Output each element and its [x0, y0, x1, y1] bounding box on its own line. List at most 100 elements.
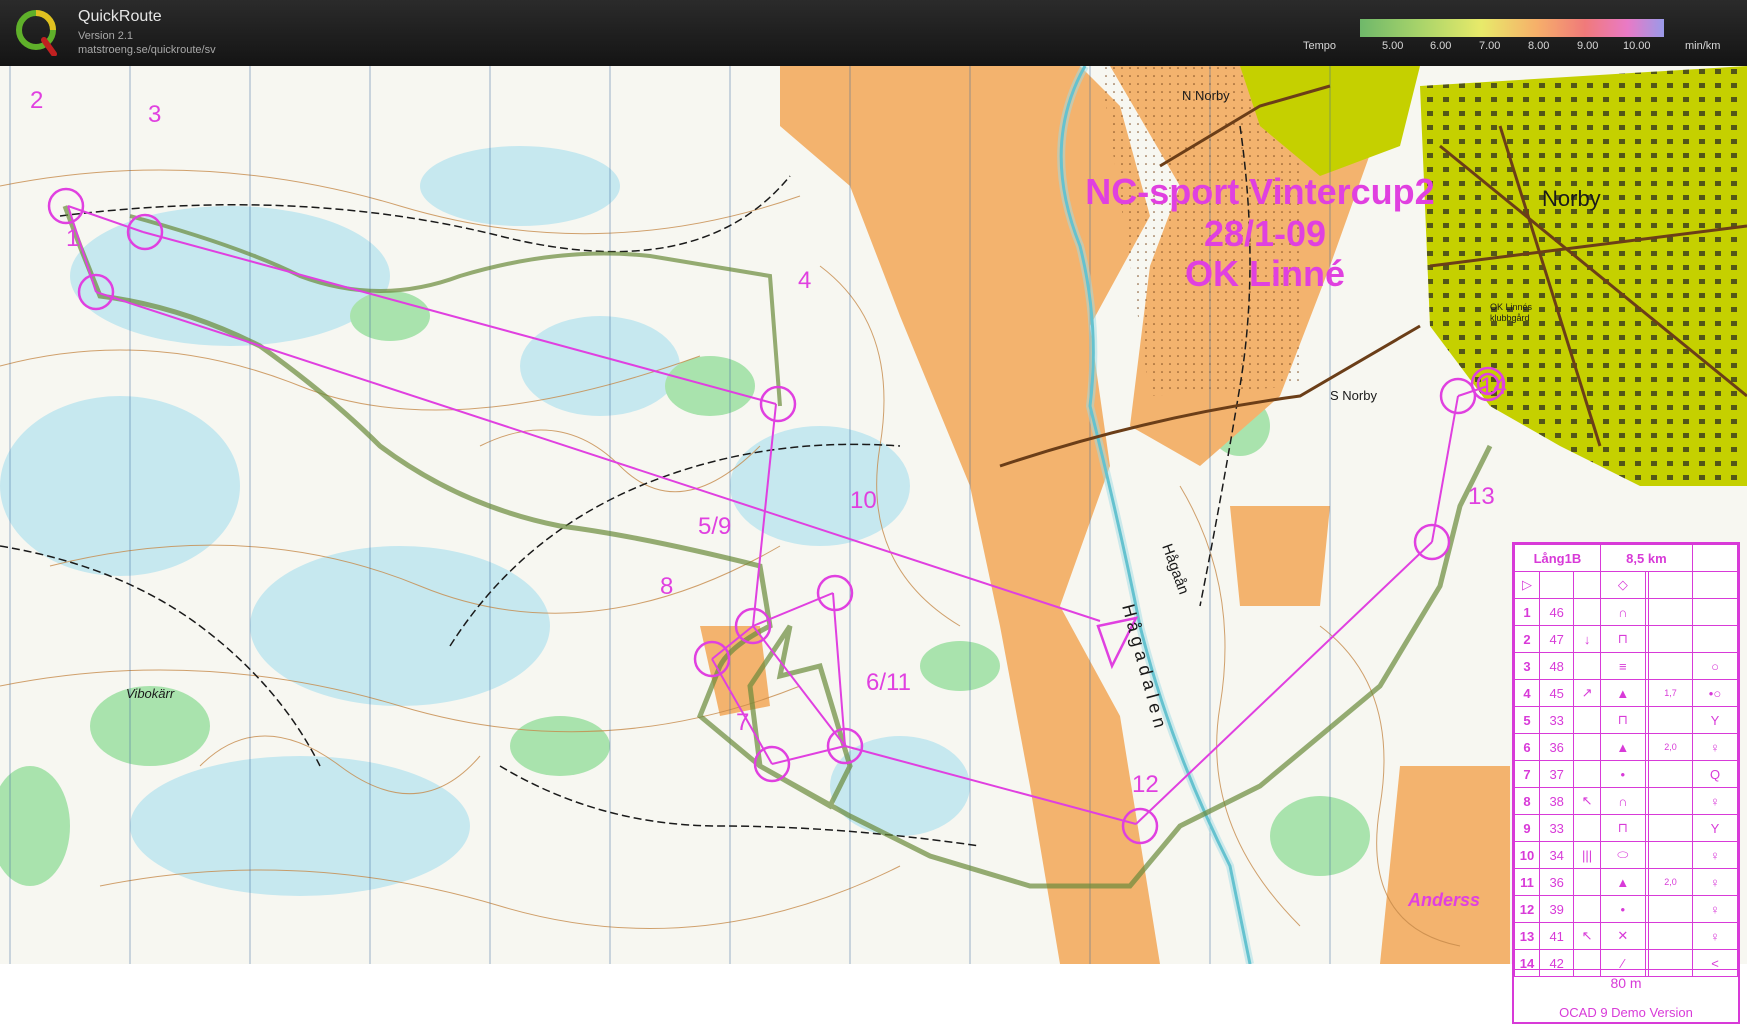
course-length: 8,5 km [1599, 544, 1694, 572]
map-title-line2: 28/1-09 [1204, 213, 1326, 254]
description-cell-feat: ≡ [1599, 652, 1646, 680]
description-cell-dir [1573, 895, 1601, 923]
description-cell-code: 34 [1538, 841, 1575, 869]
field-south [1380, 766, 1510, 964]
description-row: 10 34 ||| ⬭ ♀ [1514, 841, 1738, 869]
finish-distance: 80 m [1514, 969, 1738, 996]
description-cell-dir [1573, 760, 1601, 788]
description-row: 5 33 ⊓ Y [1514, 706, 1738, 734]
description-cell-feat: ⬭ [1599, 841, 1646, 869]
control-label: 12 [1132, 771, 1159, 798]
description-cell-dim: 1,7 [1648, 679, 1693, 707]
description-cell-note [1692, 625, 1738, 653]
description-row: 2 47 ↓ ⊓ [1514, 625, 1738, 653]
description-row: 11 36 ▲ 2,0 ♀ [1514, 868, 1738, 896]
start-feature-icon: ◇ [1599, 571, 1646, 599]
ocad-demo-notice: OCAD 9 Demo Version [1559, 1005, 1693, 1020]
description-cell-note: ♀ [1692, 733, 1738, 761]
control-label: 8 [660, 573, 673, 600]
tempo-tick: 9.00 [1577, 40, 1599, 52]
description-cell-n: 10 [1514, 841, 1540, 869]
description-cell-n: 8 [1514, 787, 1540, 815]
description-cell-note: ○ [1692, 652, 1738, 680]
tempo-tick: 7.00 [1479, 40, 1501, 52]
control-label: 7 [736, 709, 749, 736]
description-cell-note: Y [1692, 706, 1738, 734]
tempo-tick: 8.00 [1528, 40, 1550, 52]
map-signature: Anderss [1407, 890, 1480, 910]
tempo-unit: min/km [1685, 40, 1721, 52]
description-cell-dir [1573, 652, 1601, 680]
description-cell-note: ♀ [1692, 895, 1738, 923]
control-label: 1 [66, 225, 79, 252]
description-cell-dir [1573, 868, 1601, 896]
description-cell-code: 36 [1538, 868, 1575, 896]
description-cell-dim [1648, 706, 1693, 734]
description-cell-feat: ⊓ [1599, 814, 1646, 842]
place-name: OK Linnés [1490, 302, 1533, 312]
description-cell-n: 2 [1514, 625, 1540, 653]
description-cell-dim [1648, 760, 1693, 788]
description-cell-dir [1573, 706, 1601, 734]
start-symbol: ▷ [1514, 571, 1540, 599]
control-label: 10 [850, 487, 877, 514]
description-cell-n: 4 [1514, 679, 1540, 707]
description-cell-dir: ↗ [1573, 679, 1601, 707]
description-cell-note: ♀ [1692, 787, 1738, 815]
description-cell-code: 46 [1538, 598, 1575, 626]
app-url: matstroeng.se/quickroute/sv [78, 44, 216, 56]
app-name: QuickRoute [78, 8, 162, 25]
control-label: 2 [30, 87, 43, 114]
map-title-line3: OK Linné [1185, 253, 1345, 294]
description-cell-feat: ∩ [1599, 598, 1646, 626]
tempo-tick: 5.00 [1382, 40, 1404, 52]
quickroute-logo-icon [16, 10, 57, 56]
description-cell-dim [1648, 652, 1693, 680]
description-cell-n: 9 [1514, 814, 1540, 842]
description-cell-n: 5 [1514, 706, 1540, 734]
description-cell-n: 11 [1514, 868, 1540, 896]
description-row: 3 48 ≡ ○ [1514, 652, 1738, 680]
description-cell-code: 33 [1538, 814, 1575, 842]
description-cell-feat: ▲ [1599, 733, 1646, 761]
description-cell-n: 3 [1514, 652, 1540, 680]
description-cell-note [1692, 598, 1738, 626]
description-cell-feat: ⊓ [1599, 706, 1646, 734]
description-cell-note: Y [1692, 814, 1738, 842]
description-cell-dim [1648, 787, 1693, 815]
description-cell-dir: ↖ [1573, 922, 1601, 950]
description-cell-feat: • [1599, 895, 1646, 923]
description-cell-n: 12 [1514, 895, 1540, 923]
app-header: QuickRoute Version 2.1 matstroeng.se/qui… [0, 0, 1747, 66]
description-cell-note: ♀ [1692, 922, 1738, 950]
description-cell-code: 39 [1538, 895, 1575, 923]
description-cell-dim [1648, 922, 1693, 950]
description-cell-dir: ↖ [1573, 787, 1601, 815]
description-cell-code: 37 [1538, 760, 1575, 788]
description-cell-dir [1573, 814, 1601, 842]
description-cell-code: 33 [1538, 706, 1575, 734]
orienteering-map[interactable]: 1 2 3 4 5/9 10 8 6/11 7 12 13 14 NC-spor… [0, 66, 1747, 1024]
description-cell-feat: ∩ [1599, 787, 1646, 815]
description-cell-dim: 2,0 [1648, 868, 1693, 896]
description-cell-code: 41 [1538, 922, 1575, 950]
description-cell-feat: ▲ [1599, 868, 1646, 896]
app-version: Version 2.1 [78, 30, 134, 42]
control-label: 5/9 [698, 513, 731, 540]
description-cell-note: ♀ [1692, 868, 1738, 896]
control-label: 14 [1480, 373, 1507, 400]
map-canvas[interactable]: 1 2 3 4 5/9 10 8 6/11 7 12 13 14 NC-spor… [0, 66, 1747, 964]
description-cell-code: 36 [1538, 733, 1575, 761]
tempo-tick: 10.00 [1623, 40, 1651, 52]
description-cell-dim [1648, 814, 1693, 842]
description-cell-dim [1648, 895, 1693, 923]
description-row: 7 37 • Q [1514, 760, 1738, 788]
tempo-color-scale [1360, 19, 1664, 37]
description-cell-feat: ✕ [1599, 922, 1646, 950]
place-name: Vibokärr [126, 686, 175, 701]
description-cell-dir: ↓ [1573, 625, 1601, 653]
description-cell-n: 7 [1514, 760, 1540, 788]
description-cell-note: •○ [1692, 679, 1738, 707]
description-cell-code: 47 [1538, 625, 1575, 653]
description-row: 12 39 • ♀ [1514, 895, 1738, 923]
